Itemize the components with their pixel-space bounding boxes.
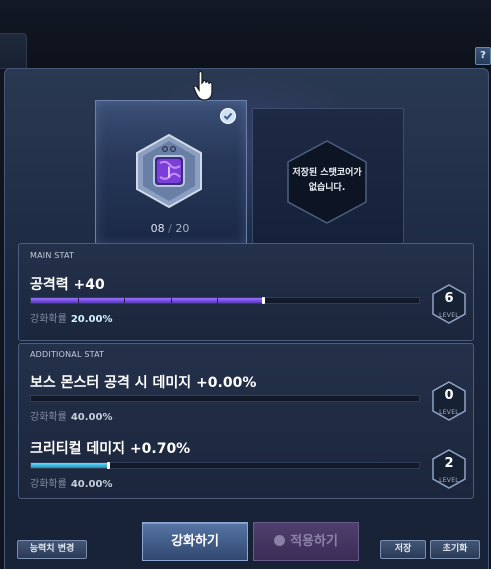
additional-stat-label: ADDITIONAL STAT [30, 350, 105, 359]
main-stat-progress-bar [30, 297, 420, 304]
main-stat-name: 공격력 +40 [30, 277, 105, 293]
saved-core-message: 저장된 스탯코어가 없습니다. [292, 168, 362, 193]
additional-stat-name-1: 보스 몬스터 공격 시 데미지 +0.00% [30, 375, 257, 391]
main-stat-progress-fill [31, 298, 264, 303]
additional-stat-level-badge-2: 2 LEVEL [431, 449, 467, 489]
help-button[interactable]: ? [475, 47, 491, 65]
additional-stat-progress-fill-2 [31, 463, 109, 468]
progress-cap [261, 297, 265, 304]
hand-cursor-icon [193, 70, 221, 102]
additional-stat-rate-1: 강화확률 40.00% [30, 412, 113, 423]
main-stat-rate: 강화확률 20.00% [30, 314, 113, 325]
apply-button[interactable]: 적용하기 [253, 522, 359, 561]
svg-text:I: I [167, 163, 172, 182]
core-count: 08 / 20 [150, 222, 190, 235]
enhance-button[interactable]: 강화하기 [142, 522, 248, 561]
window-top-area [0, 0, 491, 70]
additional-stat-rate-2: 강화확률 40.00% [30, 479, 113, 490]
check-icon [220, 108, 236, 124]
change-ability-button[interactable]: 능력치 변경 [17, 540, 87, 559]
additional-stat-progress-bar-1 [30, 395, 420, 402]
save-button[interactable]: 저장 [380, 540, 426, 559]
apply-check-icon [274, 535, 286, 546]
main-stat-level-badge: 6 LEVEL [431, 284, 467, 324]
reset-button[interactable]: 초기화 [430, 540, 480, 559]
top-tab[interactable] [0, 33, 27, 69]
additional-stat-progress-bar-2 [30, 462, 420, 469]
additional-stat-name-2: 크리티컬 데미지 +0.70% [30, 441, 191, 457]
main-stat-label: MAIN STAT [30, 251, 75, 260]
stat-core-icon: I [134, 133, 204, 209]
progress-cap [106, 462, 110, 469]
additional-stat-level-badge-1: 0 LEVEL [431, 381, 467, 421]
